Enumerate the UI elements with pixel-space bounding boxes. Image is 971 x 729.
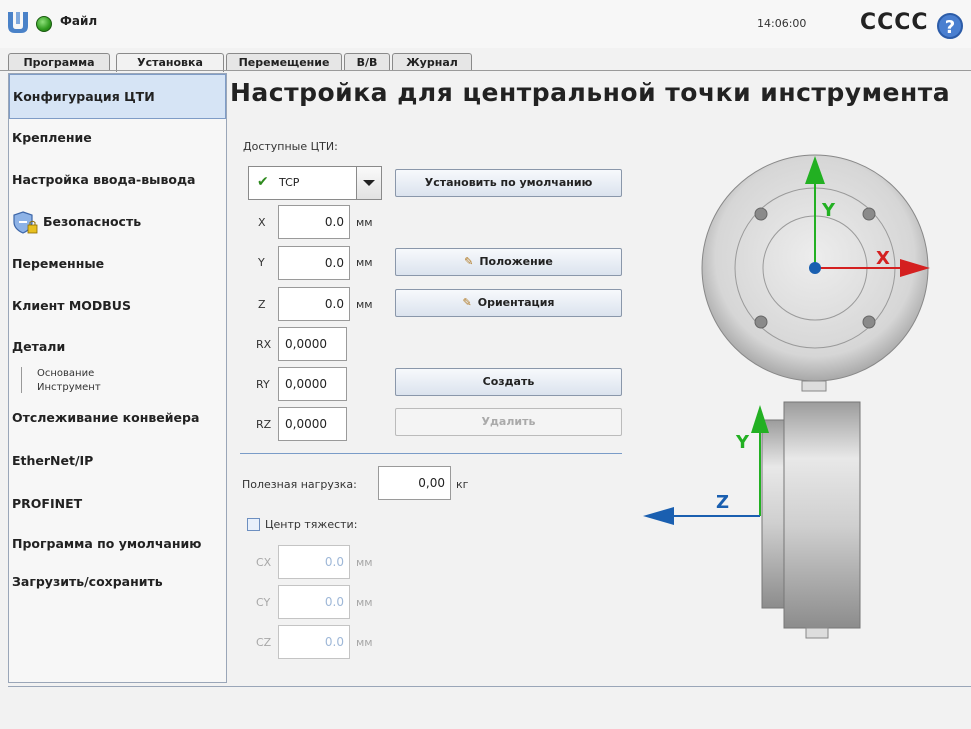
sidebar-subitem-tool[interactable]: Инструмент <box>19 382 101 393</box>
cz-label: CZ <box>256 636 272 649</box>
robot-status-icon[interactable] <box>36 16 52 32</box>
delete-button[interactable]: Удалить <box>395 408 622 436</box>
z-unit: мм <box>356 298 373 311</box>
rz-field[interactable]: 0,0000 <box>278 407 347 441</box>
rz-label: RZ <box>256 418 272 431</box>
cz-unit: мм <box>356 636 373 649</box>
tab-log[interactable]: Журнал <box>392 53 472 70</box>
create-button[interactable]: Создать <box>395 368 622 396</box>
section-divider <box>240 453 622 454</box>
tool-flange-illustration: Y X Y Z <box>643 154 930 639</box>
payload-unit: кг <box>456 478 469 491</box>
ur-logo-icon <box>8 12 28 33</box>
tcp-select-value: TCP <box>279 176 300 189</box>
side-y-axis-label: Y <box>735 432 750 453</box>
sidebar-item-label: Безопасность <box>43 214 142 229</box>
ry-label: RY <box>256 378 270 391</box>
sidebar-item-load-save[interactable]: Загрузить/сохранить <box>9 574 226 589</box>
set-default-button[interactable]: Установить по умолчанию <box>395 169 622 197</box>
bottom-divider <box>8 686 971 687</box>
robot-name: CCCC <box>860 10 929 35</box>
cx-unit: мм <box>356 556 373 569</box>
sidebar-item-io-setup[interactable]: Настройка ввода-вывода <box>9 172 226 187</box>
wand-icon: ✎ <box>462 296 472 309</box>
safety-shield-icon <box>13 211 38 234</box>
y-unit: мм <box>356 256 373 269</box>
page-title: Настройка для центральной точки инструме… <box>230 78 951 107</box>
clock: 14:06:00 <box>757 17 807 30</box>
sidebar-item-tcp-config[interactable]: Конфигурация ЦТИ <box>9 74 226 119</box>
sidebar-item-features[interactable]: Детали <box>9 339 226 354</box>
side-z-axis-label: Z <box>716 492 729 513</box>
cy-field[interactable]: 0.0 <box>278 585 350 619</box>
wand-icon: ✎ <box>464 255 474 268</box>
position-button-label: Положение <box>479 255 553 268</box>
x-unit: мм <box>356 216 373 229</box>
x-label: X <box>258 216 266 229</box>
sidebar-item-variables[interactable]: Переменные <box>9 256 226 271</box>
file-menu[interactable]: Файл <box>60 14 97 28</box>
y-field[interactable]: 0.0 <box>278 246 350 280</box>
top-bar: Файл 14:06:00 CCCC ? <box>0 0 971 48</box>
front-x-axis-label: X <box>876 248 890 269</box>
checkmark-icon: ✔ <box>257 174 269 190</box>
ry-field[interactable]: 0,0000 <box>278 367 347 401</box>
sidebar-item-modbus[interactable]: Клиент MODBUS <box>9 298 226 313</box>
rx-field[interactable]: 0,0000 <box>278 327 347 361</box>
center-of-gravity-checkbox[interactable] <box>247 518 260 531</box>
orientation-button[interactable]: ✎ Ориентация <box>395 289 622 317</box>
sidebar-item-default-program[interactable]: Программа по умолчанию <box>9 536 226 551</box>
payload-field[interactable]: 0,00 <box>378 466 451 500</box>
sidebar-item-mounting[interactable]: Крепление <box>9 130 226 145</box>
z-field[interactable]: 0.0 <box>278 287 350 321</box>
cx-label: CX <box>256 556 272 569</box>
available-tcp-label: Доступные ЦТИ: <box>243 140 338 153</box>
cx-field[interactable]: 0.0 <box>278 545 350 579</box>
sidebar-item-profinet[interactable]: PROFINET <box>9 496 226 511</box>
chevron-down-icon[interactable] <box>356 167 381 199</box>
payload-label: Полезная нагрузка: <box>242 478 357 491</box>
help-icon[interactable]: ? <box>937 13 963 39</box>
z-label: Z <box>258 298 266 311</box>
tab-io[interactable]: В/В <box>344 53 390 70</box>
cy-label: CY <box>256 596 271 609</box>
cy-unit: мм <box>356 596 373 609</box>
cz-field[interactable]: 0.0 <box>278 625 350 659</box>
sidebar-item-ethernet-ip[interactable]: EtherNet/IP <box>9 453 226 468</box>
orientation-button-label: Ориентация <box>477 296 555 309</box>
tcp-select[interactable]: ✔ TCP <box>248 166 382 200</box>
tab-move[interactable]: Перемещение <box>226 53 342 70</box>
installation-sidebar: Конфигурация ЦТИ Крепление Настройка вво… <box>8 73 227 683</box>
position-button[interactable]: ✎ Положение <box>395 248 622 276</box>
center-of-gravity-label: Центр тяжести: <box>265 518 358 531</box>
sidebar-item-conveyor-tracking[interactable]: Отслеживание конвейера <box>9 410 226 425</box>
rx-label: RX <box>256 338 272 351</box>
sidebar-item-safety[interactable]: Безопасность <box>9 211 226 235</box>
tab-divider <box>0 70 971 71</box>
sidebar-subitem-base[interactable]: Основание <box>19 368 94 379</box>
front-y-axis-label: Y <box>821 200 836 221</box>
y-label: Y <box>258 256 265 269</box>
x-field[interactable]: 0.0 <box>278 205 350 239</box>
tab-program[interactable]: Программа <box>8 53 110 70</box>
